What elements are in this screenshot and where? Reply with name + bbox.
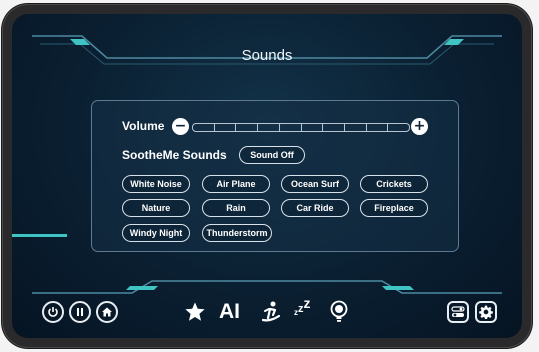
power-button[interactable] <box>42 301 64 323</box>
volume-segment[interactable] <box>280 124 302 131</box>
volume-segment[interactable] <box>193 124 215 131</box>
settings-toggle-button[interactable] <box>447 301 469 323</box>
sound-white-noise-button[interactable]: White Noise <box>122 175 190 193</box>
power-icon <box>48 307 58 317</box>
page-title: Sounds <box>241 47 293 64</box>
volume-up-button[interactable]: + <box>411 118 428 135</box>
device-frame: Sounds Volume − + SootheMe Sounds Sound … <box>2 4 532 348</box>
screen: Sounds Volume − + SootheMe Sounds Sound … <box>12 14 522 338</box>
ai-button[interactable]: AI <box>219 300 240 324</box>
home-button[interactable] <box>96 301 118 323</box>
bulb-icon[interactable] <box>328 299 350 323</box>
volume-segment[interactable] <box>302 124 324 131</box>
sounds-panel: Volume − + SootheMe Sounds Sound Off Whi… <box>91 100 459 252</box>
home-icon <box>102 307 112 317</box>
volume-segment[interactable] <box>367 124 389 131</box>
sound-nature-button[interactable]: Nature <box>122 199 190 217</box>
gear-icon <box>479 305 493 319</box>
sound-fireplace-button[interactable]: Fireplace <box>360 199 428 217</box>
volume-down-button[interactable]: − <box>172 118 189 135</box>
volume-label: Volume <box>122 119 165 133</box>
star-icon[interactable] <box>184 301 206 323</box>
volume-segment[interactable] <box>388 124 409 131</box>
sound-off-button[interactable]: Sound Off <box>239 146 305 164</box>
volume-segment[interactable] <box>258 124 280 131</box>
sleep-icon[interactable]: zzz <box>294 295 311 318</box>
sootheme-label: SootheMe Sounds <box>122 148 227 162</box>
pause-button[interactable] <box>69 301 91 323</box>
volume-segment[interactable] <box>323 124 345 131</box>
settings-button[interactable] <box>475 301 497 323</box>
sound-crickets-button[interactable]: Crickets <box>360 175 428 193</box>
pause-icon <box>77 308 83 316</box>
sound-ocean-surf-button[interactable]: Ocean Surf <box>281 175 349 193</box>
volume-segment[interactable] <box>236 124 259 131</box>
toggle-icon <box>451 306 465 317</box>
sound-air-plane-button[interactable]: Air Plane <box>202 175 270 193</box>
sound-windy-night-button[interactable]: Windy Night <box>122 224 190 242</box>
side-accent-line <box>12 234 67 237</box>
volume-segment[interactable] <box>345 124 367 131</box>
sound-rain-button[interactable]: Rain <box>202 199 270 217</box>
sound-car-ride-button[interactable]: Car Ride <box>281 199 349 217</box>
massage-icon[interactable] <box>259 300 283 324</box>
bottom-toolbar: AI zzz <box>12 290 522 338</box>
volume-segment[interactable] <box>215 124 237 131</box>
volume-slider[interactable] <box>192 123 410 132</box>
sound-thunderstorm-button[interactable]: Thunderstorm <box>202 224 272 242</box>
